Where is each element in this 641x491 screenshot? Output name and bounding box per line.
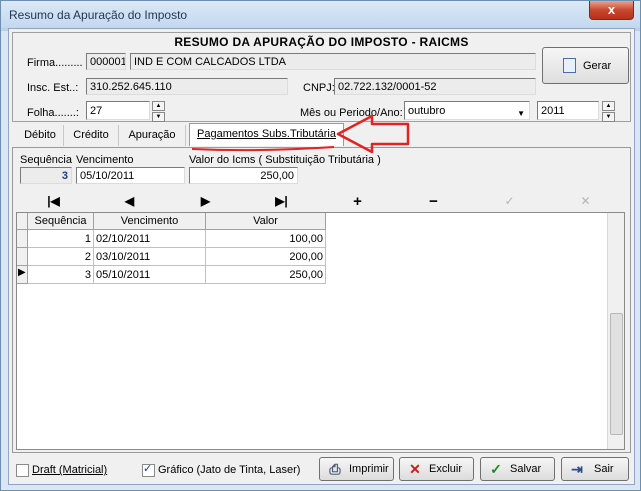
annotation-overlay (191, 114, 410, 154)
annotation-arrow (336, 114, 410, 154)
annotation-underline (191, 146, 335, 152)
